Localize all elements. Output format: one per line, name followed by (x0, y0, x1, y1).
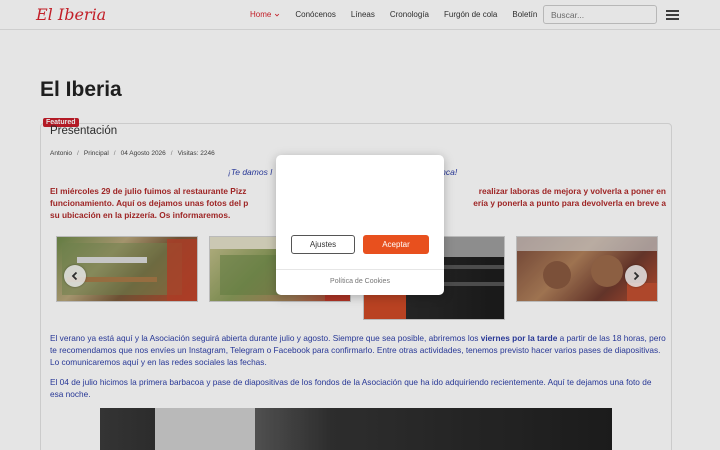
cookie-settings-button[interactable]: Ajustes (291, 235, 355, 254)
divider (276, 269, 444, 270)
cookie-consent-dialog: Ajustes Aceptar Política de Cookies (276, 155, 444, 295)
cookie-policy-link[interactable]: Política de Cookies (276, 278, 444, 285)
cookie-accept-button[interactable]: Aceptar (363, 235, 429, 254)
